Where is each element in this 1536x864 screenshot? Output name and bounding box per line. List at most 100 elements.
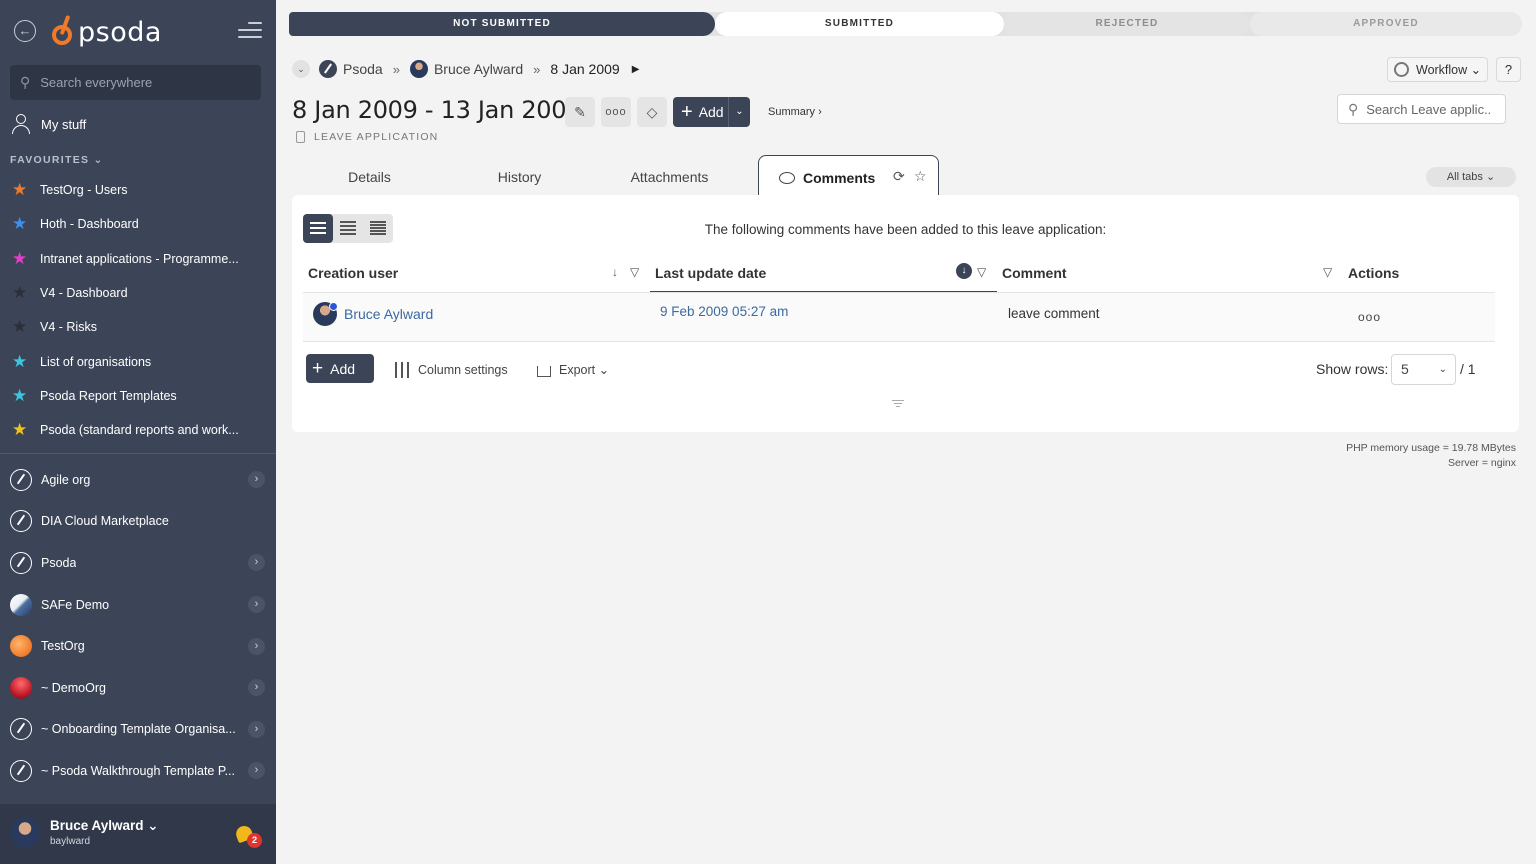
- stage-not-submitted: NOT SUBMITTED: [289, 12, 715, 36]
- chevron-right-icon[interactable]: ›: [248, 762, 265, 780]
- plus-icon: +: [681, 101, 693, 123]
- avatar: [10, 818, 40, 848]
- add-comment-button[interactable]: + Add: [306, 354, 374, 383]
- favourite-item[interactable]: ★ Hoth - Dashboard: [12, 207, 262, 241]
- row-actions-button[interactable]: ooo: [1358, 310, 1381, 324]
- psoda-org-icon: [10, 759, 32, 782]
- collapse-menu-icon[interactable]: [238, 22, 262, 43]
- tab-details[interactable]: Details: [292, 155, 447, 195]
- chevron-right-icon[interactable]: ›: [248, 720, 265, 738]
- cell-last-update-date[interactable]: 9 Feb 2009 05:27 am: [660, 304, 788, 319]
- demoorg-org-icon: [10, 676, 32, 699]
- tag-icon: ◇: [646, 104, 658, 120]
- record-search-input[interactable]: [1366, 101, 1492, 117]
- star-icon: ★: [12, 317, 28, 337]
- chevron-right-icon[interactable]: ›: [248, 554, 265, 572]
- favourite-item[interactable]: ★ List of organisations: [12, 344, 262, 378]
- tab-history[interactable]: History: [447, 155, 592, 195]
- logo-text: psoda: [78, 16, 162, 48]
- favourite-item[interactable]: ★ V4 - Dashboard: [12, 276, 262, 310]
- more-options-button[interactable]: ooo: [601, 97, 631, 127]
- notifications-bell-icon[interactable]: 2: [233, 822, 262, 848]
- chevron-right-icon[interactable]: ›: [248, 679, 265, 697]
- testorg-org-icon: [10, 635, 32, 658]
- user-name[interactable]: Bruce Aylward ⌄: [50, 818, 159, 834]
- workflow-button[interactable]: Workflow ⌄: [1387, 57, 1488, 82]
- chevron-down-icon[interactable]: ⌄: [292, 60, 310, 78]
- column-header-last-update-date[interactable]: Last update date: [655, 265, 766, 281]
- person-icon: [12, 114, 30, 134]
- my-stuff-link[interactable]: My stuff: [12, 114, 86, 134]
- refresh-icon[interactable]: ⟳: [893, 168, 905, 185]
- star-outline-icon[interactable]: ☆: [914, 168, 927, 185]
- org-item-dia-cloud[interactable]: DIA Cloud Marketplace: [10, 501, 268, 543]
- favourites-heading[interactable]: FAVOURITES ⌄: [10, 154, 104, 166]
- back-icon[interactable]: ←: [14, 20, 36, 42]
- global-search: ⚲: [10, 65, 261, 100]
- column-settings-button[interactable]: Column settings: [394, 362, 508, 378]
- summary-link[interactable]: Summary ›: [768, 106, 822, 118]
- stage-approved: APPROVED: [1250, 12, 1522, 36]
- resize-handle-icon[interactable]: [892, 400, 904, 409]
- search-icon: ⚲: [1348, 100, 1359, 117]
- export-button[interactable]: Export ⌄: [537, 362, 609, 377]
- chevron-right-icon[interactable]: ›: [248, 596, 265, 614]
- filter-icon[interactable]: ▽: [1323, 265, 1332, 279]
- favourite-item[interactable]: ★ Intranet applications - Programme...: [12, 242, 262, 276]
- tag-button[interactable]: ◇: [637, 97, 667, 127]
- add-comment-label: Add: [330, 360, 356, 377]
- avatar: [313, 302, 338, 326]
- export-icon: [537, 366, 551, 377]
- favourite-item[interactable]: ★ TestOrg - Users: [12, 173, 262, 207]
- sidebar-divider: [0, 453, 276, 454]
- sort-desc-icon[interactable]: ↓: [956, 263, 972, 279]
- filter-icon[interactable]: ▽: [630, 265, 639, 279]
- cell-creation-user: Bruce Aylward: [313, 302, 433, 326]
- chevron-right-icon[interactable]: ›: [248, 637, 265, 655]
- rows-per-page-select[interactable]: 5 ⌄: [1391, 354, 1456, 385]
- favourites-list: ★ TestOrg - Users ★ Hoth - Dashboard ★ Intr…: [12, 173, 262, 447]
- star-icon: ★: [12, 351, 28, 371]
- user-link[interactable]: Bruce Aylward: [344, 306, 433, 322]
- sidebar-header: ← psoda: [0, 0, 276, 60]
- psoda-org-icon: [10, 718, 32, 741]
- org-item-testorg[interactable]: TestOrg ›: [10, 625, 268, 667]
- user-panel[interactable]: Bruce Aylward ⌄ baylward 2: [0, 804, 276, 864]
- filter-icon[interactable]: ▽: [977, 265, 986, 279]
- tab-comments[interactable]: Comments: [758, 155, 939, 195]
- column-header-comment[interactable]: Comment: [1002, 265, 1067, 281]
- add-button[interactable]: + Add ⌄: [673, 97, 750, 127]
- global-search-input[interactable]: [40, 75, 241, 90]
- org-item-onboarding-template[interactable]: ~ Onboarding Template Organisa... ›: [10, 709, 268, 751]
- all-tabs-button[interactable]: All tabs ⌄: [1426, 167, 1516, 187]
- favourite-item[interactable]: ★ Psoda (standard reports and work...: [12, 413, 262, 447]
- star-icon: ★: [12, 214, 28, 234]
- search-icon: ⚲: [20, 74, 31, 90]
- org-item-demoorg[interactable]: ~ DemoOrg ›: [10, 667, 268, 709]
- breadcrumb-psoda[interactable]: Psoda: [343, 61, 383, 77]
- favourite-item[interactable]: ★ Psoda Report Templates: [12, 379, 262, 413]
- column-header-creation-user[interactable]: Creation user: [308, 265, 398, 281]
- breadcrumb-user[interactable]: Bruce Aylward: [434, 61, 523, 77]
- org-item-safe-demo[interactable]: SAFe Demo ›: [10, 584, 268, 626]
- edit-button[interactable]: ✎: [565, 97, 595, 127]
- cell-comment: leave comment: [1008, 306, 1100, 321]
- record-search: ⚲: [1337, 94, 1506, 124]
- org-item-agile-org[interactable]: Agile org ›: [10, 459, 268, 501]
- record-type-label: LEAVE APPLICATION: [314, 131, 439, 143]
- favourite-item[interactable]: ★ V4 - Risks: [12, 310, 262, 344]
- chevron-down-icon[interactable]: ⌄: [728, 97, 750, 127]
- org-item-walkthrough-template[interactable]: ~ Psoda Walkthrough Template P... ›: [10, 750, 268, 792]
- tab-attachments[interactable]: Attachments: [592, 155, 747, 195]
- caret-right-icon[interactable]: ▶: [632, 64, 640, 75]
- org-item-psoda[interactable]: Psoda ›: [10, 542, 268, 584]
- page-title: 8 Jan 2009 - 13 Jan 2009: [292, 96, 582, 124]
- star-icon: ★: [12, 248, 28, 268]
- sort-arrow-icon[interactable]: ↓: [612, 265, 618, 279]
- star-icon: ★: [12, 420, 28, 440]
- chevron-right-icon[interactable]: ›: [248, 471, 265, 489]
- help-button[interactable]: ?: [1496, 57, 1521, 82]
- my-stuff-label: My stuff: [41, 116, 87, 132]
- psoda-logo[interactable]: psoda: [50, 14, 162, 50]
- plus-icon: +: [312, 358, 324, 379]
